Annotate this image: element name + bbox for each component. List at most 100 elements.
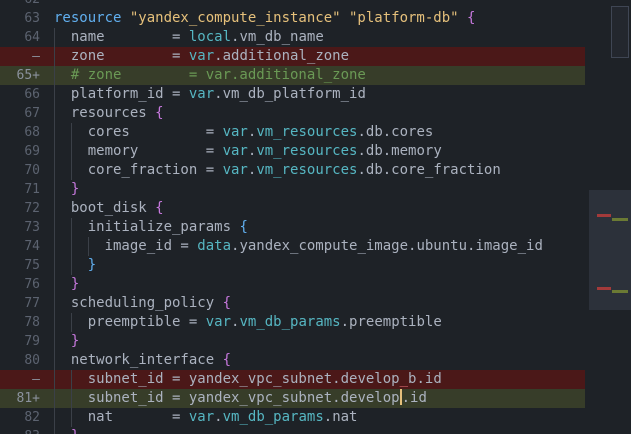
indent-guide bbox=[70, 370, 72, 389]
code-token: vm_resources bbox=[256, 124, 358, 140]
code-text: } bbox=[88, 256, 96, 275]
minimap-added-marker bbox=[612, 218, 628, 221]
indent-guide bbox=[70, 123, 72, 142]
code-line[interactable]: 72 boot_disk { bbox=[0, 199, 600, 218]
code-text: initialize_params { bbox=[88, 218, 248, 237]
code-token: var bbox=[188, 48, 215, 64]
code-line[interactable]: 65+ # zone = var.additional_zone bbox=[0, 66, 600, 85]
code-text: zone = var.additional_zone bbox=[71, 47, 349, 66]
indent-guide bbox=[70, 313, 72, 332]
indent-guide bbox=[54, 142, 55, 161]
code-line[interactable]: 74 image_id = data.yandex_compute_image.u… bbox=[0, 237, 600, 256]
code-token: .db.memory bbox=[357, 143, 442, 159]
indent-guide bbox=[70, 218, 72, 237]
code-line[interactable]: 62 bbox=[0, 0, 600, 9]
code-line[interactable]: 81+ subnet_id = yandex_vpc_subnet.develop… bbox=[0, 389, 600, 408]
code-token: memory = bbox=[87, 143, 223, 159]
line-number: 67 bbox=[24, 106, 40, 121]
line-number: 74 bbox=[24, 239, 40, 254]
code-token: } bbox=[70, 181, 80, 197]
code-line[interactable]: 63 resource "yandex_compute_instance" "pl… bbox=[0, 9, 600, 28]
code-line[interactable]: 83} bbox=[0, 427, 600, 434]
code-token: .vm_db_name bbox=[231, 29, 324, 45]
code-token: "yandex_compute_instance" "platform-db" bbox=[129, 10, 468, 26]
indent-guide bbox=[54, 332, 55, 351]
code-text: } bbox=[71, 275, 79, 294]
code-token: resource bbox=[54, 10, 130, 26]
code-token: { bbox=[155, 200, 164, 216]
indent-guide bbox=[54, 256, 55, 275]
code-token: .id bbox=[401, 390, 427, 406]
indent-guide bbox=[54, 66, 55, 85]
code-line[interactable]: 70 core_fraction = var.vm_resources.db.co… bbox=[0, 161, 600, 180]
code-text: core_fraction = var.vm_resources.db.core… bbox=[88, 161, 501, 180]
code-token: network_interface bbox=[70, 352, 223, 368]
code-editor[interactable]: 62 63 resource "yandex_compute_instance" "… bbox=[0, 0, 631, 434]
indent-guide bbox=[54, 389, 55, 408]
code-token: .nat bbox=[323, 409, 358, 425]
code-token: var bbox=[222, 143, 248, 159]
code-token: name = bbox=[70, 29, 189, 45]
code-token: scheduling_policy bbox=[70, 295, 223, 311]
code-token: core_fraction = bbox=[87, 162, 223, 178]
line-number: — bbox=[32, 372, 40, 387]
code-line[interactable]: 67 resources { bbox=[0, 104, 600, 123]
code-line[interactable]: — subnet_id = yandex_vpc_subnet.develop_b… bbox=[0, 370, 600, 389]
code-token: image_id = bbox=[104, 238, 198, 254]
code-token: { bbox=[467, 10, 476, 26]
code-line[interactable]: 82 nat = var.vm_db_params.nat bbox=[0, 408, 600, 427]
line-number: 77 bbox=[24, 296, 40, 311]
line-number: 78 bbox=[24, 315, 40, 330]
indent-guide bbox=[54, 294, 55, 313]
line-number: 68 bbox=[24, 125, 40, 140]
code-token: b.id bbox=[408, 371, 442, 387]
code-text: cores = var.vm_resources.db.cores bbox=[88, 123, 434, 142]
code-line[interactable]: 64 name = local.vm_db_name bbox=[0, 28, 600, 47]
scrollbar-thumb[interactable] bbox=[611, 6, 629, 58]
code-token: zone = bbox=[70, 48, 189, 64]
code-text: platform_id = var.vm_db_platform_id bbox=[71, 85, 366, 104]
indent-guide bbox=[70, 161, 72, 180]
code-token: vm_resources bbox=[256, 162, 358, 178]
code-text: name = local.vm_db_name bbox=[71, 28, 324, 47]
line-number: 65+ bbox=[16, 68, 40, 83]
code-token: nat = bbox=[87, 409, 189, 425]
code-token: var bbox=[205, 314, 232, 330]
code-token: data bbox=[197, 238, 232, 254]
code-token: resources bbox=[70, 105, 156, 121]
code-line[interactable]: 73 initialize_params { bbox=[0, 218, 600, 237]
line-number: 70 bbox=[24, 163, 40, 178]
code-line[interactable]: 77 scheduling_policy { bbox=[0, 294, 600, 313]
indent-guide bbox=[70, 237, 72, 256]
code-line[interactable]: 66 platform_id = var.vm_db_platform_id bbox=[0, 85, 600, 104]
indent-guide bbox=[54, 275, 55, 294]
indent-guide bbox=[70, 389, 72, 408]
line-number: 62 bbox=[0, 0, 40, 9]
code-text: image_id = data.yandex_compute_image.ubu… bbox=[105, 237, 543, 256]
code-line[interactable]: 80 network_interface { bbox=[0, 351, 600, 370]
code-line[interactable]: 79} bbox=[0, 332, 600, 351]
line-number: 80 bbox=[24, 353, 40, 368]
line-number: 76 bbox=[24, 277, 40, 292]
code-token: { bbox=[222, 295, 232, 311]
code-token: } bbox=[70, 276, 80, 292]
line-number: — bbox=[32, 49, 40, 64]
code-line[interactable]: 76} bbox=[0, 275, 600, 294]
code-token: .preemptible bbox=[340, 314, 442, 330]
indent-guide bbox=[87, 237, 89, 256]
code-token: .vm_db_platform_id bbox=[214, 86, 366, 102]
code-line[interactable]: 78 preemptible = var.vm_db_params.preempt… bbox=[0, 313, 600, 332]
code-token: # zone = var.additional_zone bbox=[70, 67, 366, 83]
code-area[interactable]: 62 63 resource "yandex_compute_instance" "… bbox=[0, 0, 600, 434]
code-line[interactable]: 75} bbox=[0, 256, 600, 275]
code-line[interactable]: 71} bbox=[0, 180, 600, 199]
code-token: preemptible = bbox=[87, 314, 206, 330]
code-text: memory = var.vm_resources.db.memory bbox=[88, 142, 442, 161]
indent-guide bbox=[70, 256, 72, 275]
indent-guide bbox=[54, 427, 55, 434]
code-line[interactable]: 68 cores = var.vm_resources.db.cores bbox=[0, 123, 600, 142]
indent-guide bbox=[54, 370, 55, 389]
code-text: resources { bbox=[71, 104, 164, 123]
code-line[interactable]: 69 memory = var.vm_resources.db.memory bbox=[0, 142, 600, 161]
code-line[interactable]: — zone = var.additional_zone bbox=[0, 47, 600, 66]
